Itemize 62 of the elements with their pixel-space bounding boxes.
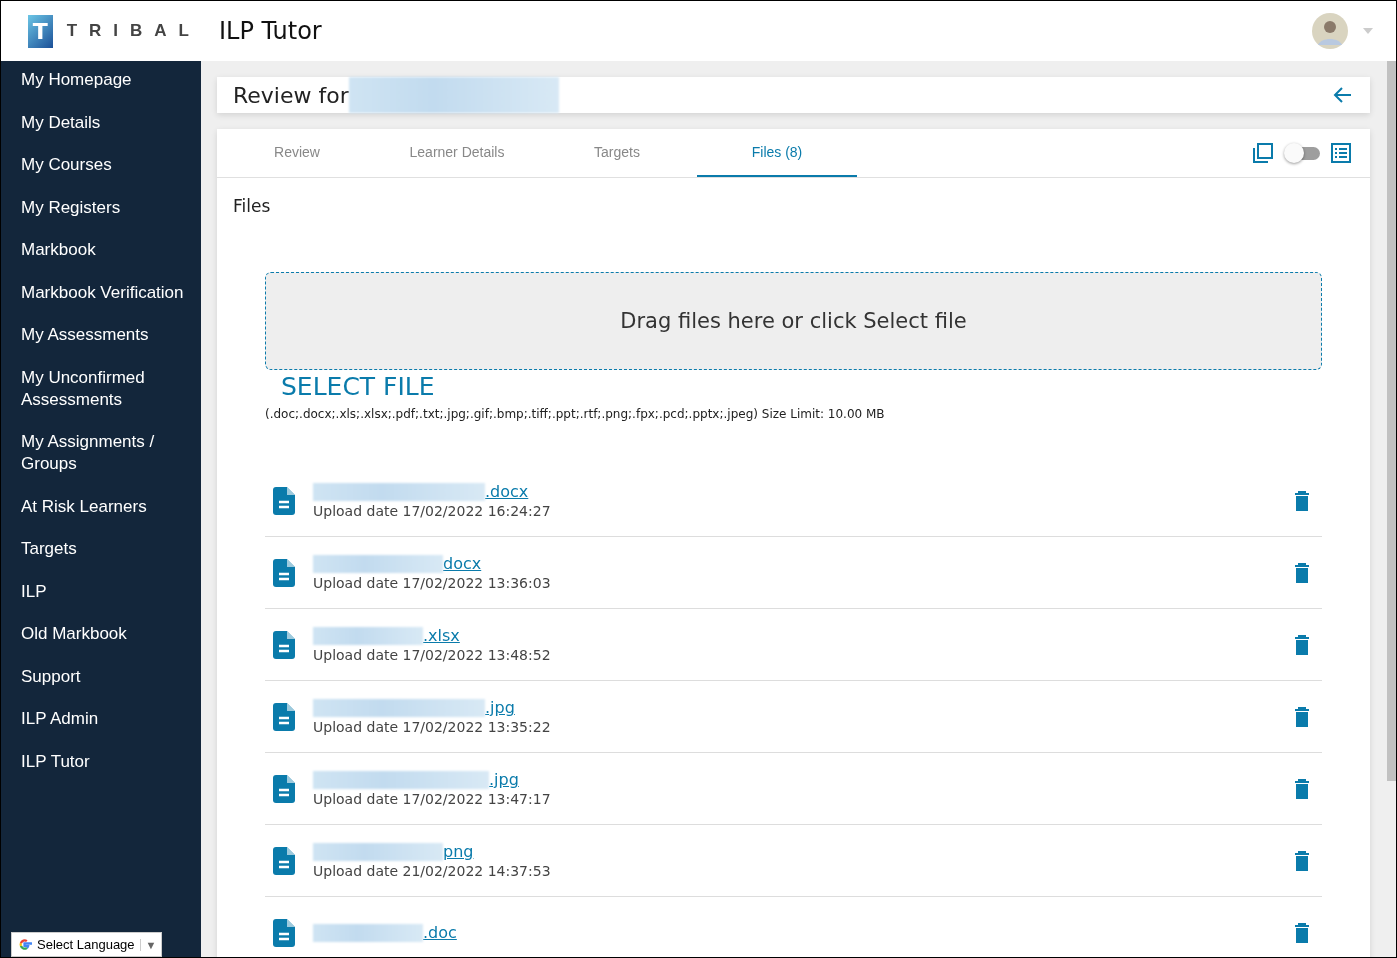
delete-icon[interactable] [1294, 490, 1310, 511]
nav-item[interactable]: Markbook [1, 239, 201, 261]
app-title: ILP Tutor [219, 17, 323, 45]
nav-item[interactable]: Markbook Verification [1, 281, 201, 304]
nav-item[interactable]: ILP [1, 580, 201, 603]
avatar[interactable] [1312, 13, 1348, 49]
file-link[interactable]: .doc [423, 923, 457, 942]
delete-icon[interactable] [1294, 850, 1310, 871]
upload-date: Upload date 17/02/2022 13:47:17 [313, 791, 551, 807]
nav-item[interactable]: My Details [1, 111, 201, 134]
document-icon [273, 558, 295, 587]
card-view-icon[interactable] [1252, 142, 1274, 164]
google-icon [17, 937, 32, 952]
upload-date: Upload date 17/02/2022 13:48:52 [313, 647, 551, 663]
section-title: Files [233, 196, 272, 216]
delete-icon[interactable] [1294, 706, 1310, 727]
nav-item[interactable]: Support [1, 665, 201, 688]
nav-item[interactable]: My Assessments [1, 324, 201, 346]
tab[interactable]: Learner Details [377, 129, 537, 177]
delete-icon[interactable] [1294, 778, 1310, 799]
upload-date: Upload date 17/02/2022 13:35:22 [313, 719, 551, 735]
language-select[interactable]: Select Language ▼ [11, 932, 163, 957]
scrollbar[interactable] [1387, 61, 1396, 781]
upload-date: Upload date 17/02/2022 13:36:03 [313, 575, 551, 591]
review-title: Review for [233, 82, 349, 108]
document-icon [273, 630, 295, 659]
document-icon [273, 918, 295, 947]
file-link[interactable]: .docx [485, 482, 529, 501]
nav-item[interactable]: At Risk Learners [1, 495, 201, 518]
file-link[interactable]: docx [443, 554, 482, 573]
nav-item[interactable]: Old Markbook [1, 623, 201, 645]
nav-item[interactable]: My Unconfirmed Assessments [1, 366, 201, 411]
delete-icon[interactable] [1294, 922, 1310, 943]
document-icon [273, 702, 295, 731]
tab[interactable]: Files (8) [697, 129, 857, 177]
tab[interactable]: Review [217, 129, 377, 177]
logo-mark: T [28, 14, 53, 48]
allowed-types-text: (.doc;.docx;.xls;.xlsx;.pdf;.txt;.jpg;.gif;.bmp;.tiff;.ppt;.rtf;.png;.fpx;.pcd;.pptx;.jpeg) Size Limit: 10.00 MB [265, 407, 886, 421]
brand-name: TRIBAL [66, 21, 201, 41]
nav-item[interactable]: My Assignments / Groups [1, 431, 201, 475]
upload-date: Upload date 17/02/2022 16:24:27 [313, 503, 551, 519]
nav-item[interactable]: My Homepage [1, 69, 201, 91]
drop-zone[interactable]: Drag files here or click Select file [265, 272, 1322, 370]
upload-date: Upload date 21/02/2022 14:37:53 [313, 863, 551, 879]
file-link[interactable]: png [443, 842, 474, 861]
file-link[interactable]: .xlsx [423, 626, 460, 645]
nav-item[interactable]: Targets [1, 538, 201, 560]
delete-icon[interactable] [1294, 634, 1310, 655]
select-file-button[interactable]: SELECT FILE [279, 370, 437, 403]
file-link[interactable]: .jpg [489, 770, 519, 789]
delete-icon[interactable] [1294, 562, 1310, 583]
nav-item[interactable]: My Courses [1, 154, 201, 176]
list-view-icon[interactable] [1330, 142, 1352, 164]
view-toggle[interactable] [1284, 143, 1320, 163]
nav-item[interactable]: ILP Admin [1, 708, 201, 730]
file-link[interactable]: .jpg [485, 698, 515, 717]
document-icon [273, 774, 295, 803]
nav-item[interactable]: ILP Tutor [1, 750, 201, 773]
nav-item[interactable]: My Registers [1, 196, 201, 219]
document-icon [273, 486, 295, 515]
tab[interactable]: Targets [537, 129, 697, 177]
document-icon [273, 846, 295, 875]
